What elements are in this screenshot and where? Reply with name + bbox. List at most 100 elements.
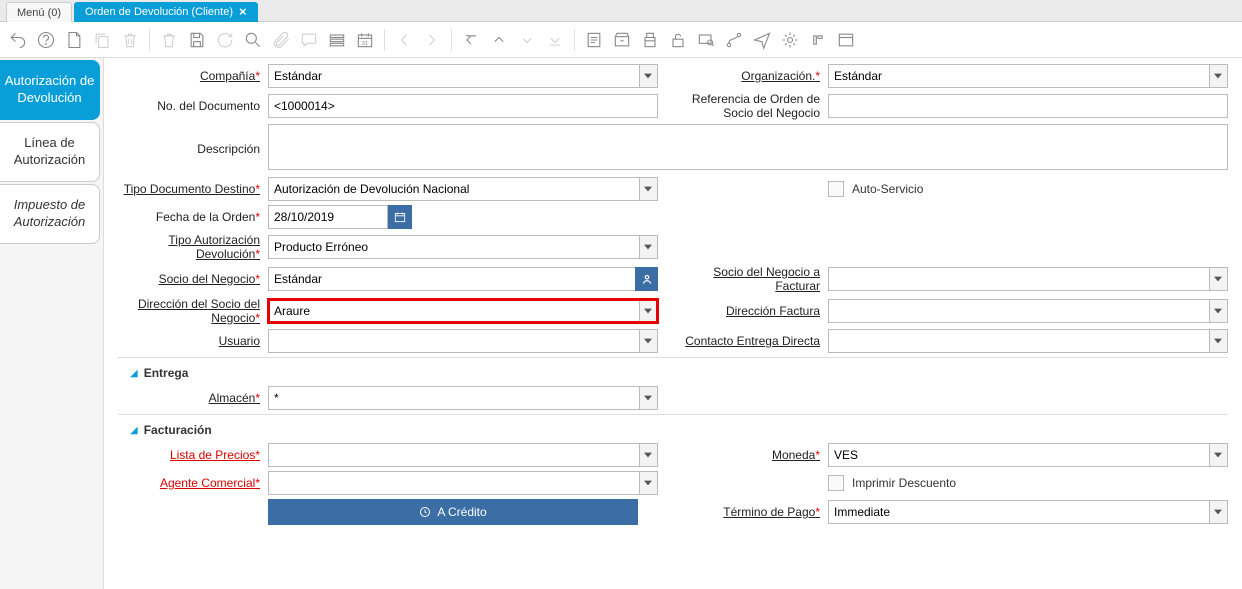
dropdown-icon[interactable]	[639, 299, 658, 323]
dropdown-icon[interactable]	[639, 64, 658, 88]
warehouse-field[interactable]	[268, 386, 658, 410]
save-icon[interactable]	[185, 28, 209, 52]
warehouse-input[interactable]	[268, 386, 639, 410]
price-list-input[interactable]	[268, 443, 639, 467]
billing-section-header[interactable]: ◢Facturación	[118, 423, 1228, 437]
toolbar: 31	[0, 22, 1242, 58]
lock-icon[interactable]	[666, 28, 690, 52]
workflow-icon[interactable]	[722, 28, 746, 52]
tab-menu[interactable]: Menú (0)	[6, 2, 72, 22]
sales-agent-input[interactable]	[268, 471, 639, 495]
print-discount-checkbox[interactable]	[828, 475, 844, 491]
undo-icon[interactable]	[6, 28, 30, 52]
product-icon[interactable]	[806, 28, 830, 52]
dropdown-icon[interactable]	[639, 471, 658, 495]
auth-type-input[interactable]	[268, 235, 639, 259]
doc-type-dest-input[interactable]	[268, 177, 639, 201]
doc-no-label: No. del Documento	[118, 99, 268, 113]
search-icon[interactable]	[241, 28, 265, 52]
attachment-icon[interactable]	[269, 28, 293, 52]
dropdown-icon[interactable]	[1209, 500, 1228, 524]
bpartner-bill-field[interactable]	[828, 267, 1228, 291]
currency-field[interactable]	[828, 443, 1228, 467]
desc-input[interactable]	[268, 124, 1228, 170]
calendar-button-icon[interactable]	[388, 205, 412, 229]
auto-service-checkbox[interactable]	[828, 181, 844, 197]
bpartner-field[interactable]	[268, 267, 658, 291]
dropdown-icon[interactable]	[639, 235, 658, 259]
side-tab-authorization[interactable]: Autorización de Devolución	[0, 60, 100, 120]
direct-contact-field[interactable]	[828, 329, 1228, 353]
org-field[interactable]	[828, 64, 1228, 88]
order-date-field[interactable]	[268, 205, 658, 229]
bpartner-input[interactable]	[268, 267, 635, 291]
delivery-section-header[interactable]: ◢Entrega	[118, 366, 1228, 380]
company-field[interactable]	[268, 64, 658, 88]
close-icon[interactable]: ×	[239, 7, 247, 17]
dropdown-icon[interactable]	[639, 329, 658, 353]
next-icon[interactable]	[420, 28, 444, 52]
org-input[interactable]	[828, 64, 1209, 88]
bill-address-input[interactable]	[828, 299, 1209, 323]
last-icon[interactable]	[543, 28, 567, 52]
request-icon[interactable]	[750, 28, 774, 52]
warehouse-label: Almacén*	[118, 391, 268, 405]
first-icon[interactable]	[459, 28, 483, 52]
order-date-input[interactable]	[268, 205, 388, 229]
refresh-icon[interactable]	[213, 28, 237, 52]
side-tab-auth-tax[interactable]: Impuesto de Autorización	[0, 184, 100, 244]
toggle-view-icon[interactable]	[325, 28, 349, 52]
user-input[interactable]	[268, 329, 639, 353]
currency-input[interactable]	[828, 443, 1209, 467]
side-tab-auth-line[interactable]: Línea de Autorización	[0, 122, 100, 182]
help-icon[interactable]	[34, 28, 58, 52]
chat-icon[interactable]	[297, 28, 321, 52]
dropdown-icon[interactable]	[1209, 64, 1228, 88]
user-field[interactable]	[268, 329, 658, 353]
order-date-label: Fecha de la Orden*	[118, 210, 268, 224]
auth-type-field[interactable]	[268, 235, 658, 259]
new-icon[interactable]	[62, 28, 86, 52]
bp-address-field[interactable]	[268, 299, 658, 323]
calendar-icon[interactable]: 31	[353, 28, 377, 52]
company-input[interactable]	[268, 64, 639, 88]
billing-title: Facturación	[144, 423, 212, 437]
archive-icon[interactable]	[610, 28, 634, 52]
bpartner-bill-input[interactable]	[828, 267, 1209, 291]
gear-icon[interactable]	[778, 28, 802, 52]
payment-term-input[interactable]	[828, 500, 1209, 524]
dropdown-icon[interactable]	[1209, 299, 1228, 323]
report-icon[interactable]	[582, 28, 606, 52]
dropdown-icon[interactable]	[639, 443, 658, 467]
copy-icon[interactable]	[90, 28, 114, 52]
prev-icon[interactable]	[392, 28, 416, 52]
dropdown-icon[interactable]	[1209, 443, 1228, 467]
org-label: Organización.*	[678, 69, 828, 83]
delete-icon[interactable]	[118, 28, 142, 52]
dropdown-icon[interactable]	[639, 177, 658, 201]
bp-address-input[interactable]	[268, 299, 639, 323]
ref-input[interactable]	[828, 94, 1228, 118]
tab-return-order[interactable]: Orden de Devolución (Cliente) ×	[74, 2, 258, 22]
payment-term-field[interactable]	[828, 500, 1228, 524]
price-list-field[interactable]	[268, 443, 658, 467]
print-icon[interactable]	[638, 28, 662, 52]
auto-service-label: Auto-Servicio	[852, 182, 923, 196]
direct-contact-input[interactable]	[828, 329, 1209, 353]
delete-detail-icon[interactable]	[157, 28, 181, 52]
up-icon[interactable]	[487, 28, 511, 52]
bpartner-lookup-icon[interactable]	[635, 267, 658, 291]
sales-agent-field[interactable]	[268, 471, 658, 495]
doc-type-dest-field[interactable]	[268, 177, 658, 201]
zoom-across-icon[interactable]	[694, 28, 718, 52]
ref-label: Referencia de Orden de Socio del Negocio	[678, 92, 828, 120]
exit-icon[interactable]	[834, 28, 858, 52]
auth-type-label: Tipo Autorización Devolución*	[118, 233, 268, 261]
dropdown-icon[interactable]	[639, 386, 658, 410]
a-credito-button[interactable]: A Crédito	[268, 499, 638, 525]
dropdown-icon[interactable]	[1209, 329, 1228, 353]
dropdown-icon[interactable]	[1209, 267, 1228, 291]
bill-address-field[interactable]	[828, 299, 1228, 323]
doc-no-input[interactable]	[268, 94, 658, 118]
down-icon[interactable]	[515, 28, 539, 52]
